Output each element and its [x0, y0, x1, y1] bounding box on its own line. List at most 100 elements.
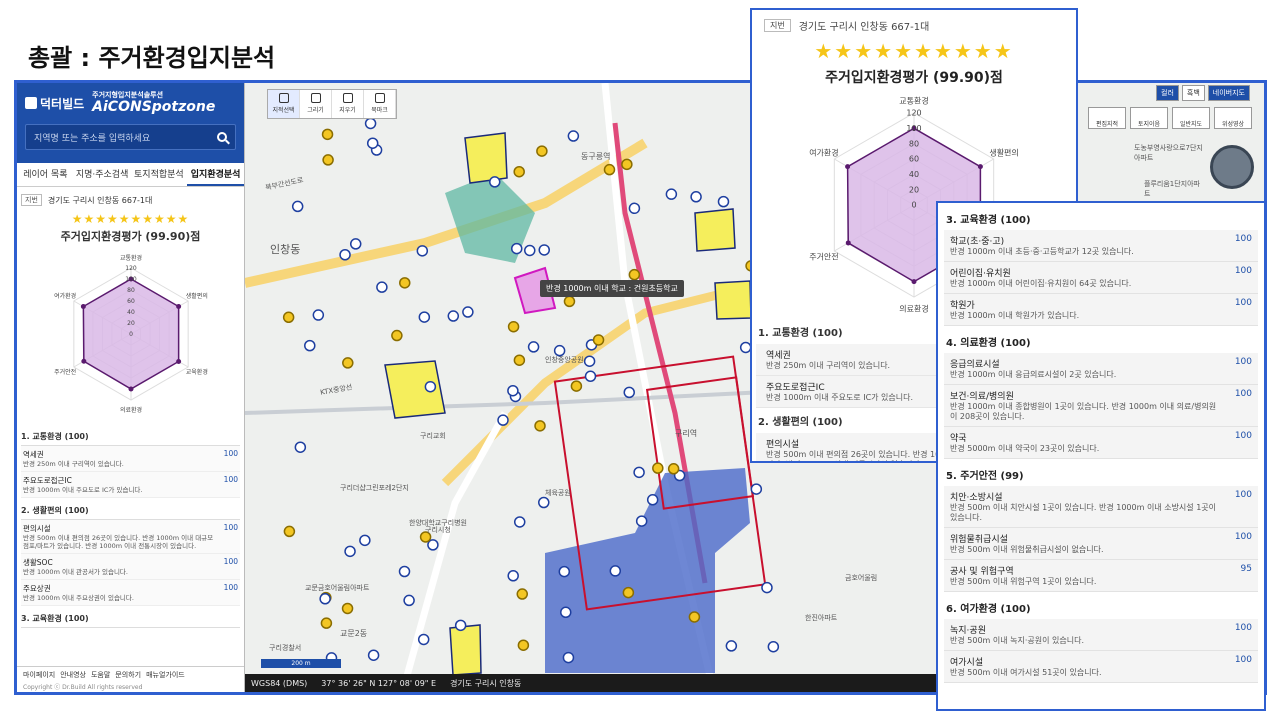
- map-label: 금호어울림: [845, 574, 878, 582]
- category-title: 4. 의료환경 (100): [946, 338, 1031, 349]
- category-section: 2. 생활편의 (100) 편의시설 반경 500m 이내 편의점 26곳이 있…: [21, 502, 240, 606]
- category-item[interactable]: 주요도로접근IC 반경 1000m 이내 주요도로 IC가 있습니다. 100: [21, 472, 240, 498]
- radar-point: [128, 386, 133, 392]
- hospital-pin-icon: [416, 245, 429, 257]
- map-toolbar: 지적선택 그리기 지우기 북마크: [267, 89, 397, 119]
- tool-draw[interactable]: 그리기: [300, 90, 332, 118]
- item-text: 녹지·공원 반경 500m 이내 녹지·공원이 있습니다.: [950, 623, 1222, 646]
- item-desc: 반경 500m 이내 여가시설 51곳이 있습니다.: [950, 668, 1102, 677]
- hospital-pin-icon: [646, 494, 659, 506]
- item-text: 응급의료시설 반경 1000m 이내 응급의료시설이 2곳 있습니다.: [950, 357, 1222, 380]
- category-item[interactable]: 편의시설 반경 500m 이내 편의점 26곳이 있습니다. 반경 1000m …: [21, 520, 240, 554]
- category-item[interactable]: 치안·소방시설 반경 500m 이내 치안시설 1곳이 있습니다. 반경 100…: [944, 486, 1258, 528]
- footer-link-help[interactable]: 도움말: [91, 670, 110, 680]
- tool-erase[interactable]: 지우기: [332, 90, 364, 118]
- aicon-spotzone-logo[interactable]: 주거지형입지분석솔루션 AiCONSpotzone: [92, 91, 215, 115]
- location-readout[interactable]: 경기도 구리시 인창동: [450, 678, 521, 689]
- category-item[interactable]: 보건·의료/병의원 반경 1000m 이내 종합병원이 1곳이 있습니다. 반경…: [944, 385, 1258, 427]
- radar-point: [80, 358, 86, 364]
- naver-map-button[interactable]: 네이버지도: [1207, 85, 1250, 101]
- hospital-pin-icon: [291, 200, 304, 213]
- item-desc: 반경 1000m 이내 응급의료시설이 2곳 있습니다.: [950, 370, 1117, 379]
- search-icon[interactable]: [217, 132, 227, 142]
- school-pin-icon: [570, 380, 583, 392]
- category-item[interactable]: 공사 및 위험구역 반경 500m 이내 위험구역 1곳이 있습니다. 95: [944, 560, 1258, 592]
- layer-general[interactable]: 일반지도: [1172, 107, 1210, 129]
- radar-chart: 120 100 80 60 40 20 0 교통환경생활편의교육환경의료환경 주거안전 여가환경: [54, 254, 208, 414]
- tab-land-analysis[interactable]: 토지적합분석: [131, 163, 188, 186]
- school-pin-icon: [628, 268, 641, 281]
- school-pin-icon: [652, 462, 664, 474]
- crs-label[interactable]: WGS84 (DMS): [251, 679, 307, 688]
- hospital-pin-icon: [527, 341, 540, 353]
- school-pin-icon: [536, 145, 548, 157]
- item-name: 응급의료시설: [950, 360, 1000, 370]
- tool-select[interactable]: 지적선택: [268, 90, 300, 118]
- map-label: 한진아파트: [805, 614, 838, 622]
- category-item[interactable]: 학교(초·중·고) 반경 1000m 이내 초등·중·고등학교가 12곳 있습니…: [944, 230, 1258, 262]
- tab-address-search[interactable]: 지명·주소검색: [74, 163, 131, 186]
- item-desc: 반경 1000m 이내 초등·중·고등학교가 12곳 있습니다.: [950, 247, 1134, 256]
- grayscale-map-button[interactable]: 흑백: [1181, 85, 1205, 101]
- item-name: 치안·소방시설: [950, 493, 1003, 503]
- layer-cadastral[interactable]: 편집지적: [1088, 107, 1126, 129]
- tool-bookmark[interactable]: 북마크: [364, 90, 396, 118]
- tab-location-analysis[interactable]: 입지환경분석: [187, 163, 244, 186]
- hospital-pin-icon: [294, 441, 307, 453]
- tab-layer-list[interactable]: 레이어 목록: [17, 163, 74, 186]
- search-input[interactable]: 지역명 또는 주소를 입력하세요: [25, 124, 236, 150]
- radar-axis-label: 의료환경: [899, 304, 928, 314]
- category-item[interactable]: 위험물취급시설 반경 500m 이내 위험물취급시설이 없습니다. 100: [944, 528, 1258, 560]
- search-placeholder: 지역명 또는 주소를 입력하세요: [34, 133, 151, 144]
- category-item[interactable]: 역세권 반경 250m 이내 구리역이 있습니다. 100: [21, 446, 240, 472]
- map-label: 교문금호어울림아파트: [305, 584, 370, 592]
- radar-axis-label: 여가환경: [54, 292, 76, 300]
- compass-control[interactable]: [1210, 145, 1254, 189]
- category-item[interactable]: 학원가 반경 1000m 이내 학원가가 있습니다. 100: [944, 294, 1258, 326]
- radar-tick-label: 80: [909, 139, 919, 148]
- address-tag: 지번: [21, 194, 42, 206]
- footer-link-inquiry[interactable]: 문의하기: [115, 670, 141, 680]
- radar-tick-label: 40: [909, 170, 919, 179]
- category-item[interactable]: 여가시설 반경 500m 이내 여가시설 51곳이 있습니다. 100: [944, 651, 1258, 683]
- category-item[interactable]: 주요상권 반경 1000m 이내 주요상권이 있습니다. 100: [21, 580, 240, 606]
- sidebar-body: 지번 경기도 구리시 인창동 667-1대 ★★★★★★★★★★ 주거입지환경평…: [17, 187, 244, 632]
- radar-tick-label: 120: [125, 265, 137, 272]
- item-text: 편의시설 반경 500m 이내 편의점 26곳이 있습니다. 반경 1000m …: [23, 523, 214, 550]
- layer-eum[interactable]: 토지이음: [1130, 107, 1168, 129]
- draw-icon: [310, 93, 321, 103]
- base-layer-buttons: 편집지적 토지이음 일반지도 위성영상: [1088, 107, 1252, 129]
- footer-link-manual[interactable]: 매뉴얼가이드: [146, 670, 185, 680]
- map-label: 구리경찰서: [269, 644, 302, 652]
- hospital-pin-icon: [376, 281, 388, 293]
- item-desc: 반경 1000m 이내 주요상권이 있습니다.: [23, 594, 134, 602]
- hospital-pin-icon: [364, 117, 377, 130]
- footer-link-mypage[interactable]: 마이페이지: [23, 670, 55, 680]
- radar-axis-label: 여가환경: [809, 148, 838, 158]
- logo-icon: [25, 97, 37, 109]
- item-score: 100: [223, 523, 238, 532]
- category-item[interactable]: 약국 반경 5000m 이내 약국이 23곳이 있습니다. 100: [944, 427, 1258, 459]
- footer-link-video[interactable]: 안내영상: [60, 670, 86, 680]
- radar-axis-label: 생활편의: [185, 292, 207, 300]
- hospital-pin-icon: [344, 545, 356, 558]
- item-text: 치안·소방시설 반경 500m 이내 치안시설 1곳이 있습니다. 반경 100…: [950, 490, 1222, 523]
- map-label: 인창동: [270, 243, 301, 256]
- color-map-button[interactable]: 컬러: [1156, 85, 1179, 101]
- item-score: 100: [223, 557, 238, 566]
- map-tooltip: 반경 1000m 이내 학교 : 건원초등학교: [540, 280, 684, 297]
- category-item[interactable]: 어린이집·유치원 반경 1000m 이내 어린이집·유치원이 64곳 있습니다.…: [944, 262, 1258, 294]
- doctorbuild-logo[interactable]: 덕터빌드: [25, 95, 84, 112]
- layer-satellite[interactable]: 위성영상: [1214, 107, 1252, 129]
- category-item[interactable]: 생활SOC 반경 1000m 이내 관공서가 있습니다. 100: [21, 554, 240, 580]
- hospital-pin-icon: [560, 606, 572, 619]
- item-text: 생활SOC 반경 1000m 이내 관공서가 있습니다.: [23, 557, 214, 576]
- item-name: 위험물취급시설: [950, 535, 1008, 545]
- map-label: 도농부영사랑으로7단지아파트: [1134, 144, 1203, 162]
- map-label: 한양대학교구리병원: [409, 519, 467, 527]
- item-score: 100: [1234, 532, 1252, 542]
- cursor-icon: [278, 93, 289, 103]
- category-item[interactable]: 응급의료시설 반경 1000m 이내 응급의료시설이 2곳 있습니다. 100: [944, 353, 1258, 385]
- school-pin-icon: [563, 295, 576, 308]
- category-item[interactable]: 녹지·공원 반경 500m 이내 녹지·공원이 있습니다. 100: [944, 619, 1258, 651]
